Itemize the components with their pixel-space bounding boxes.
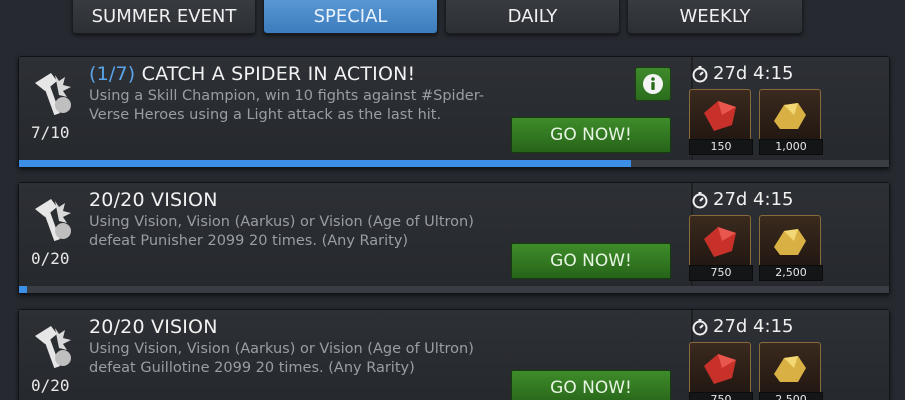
gold-ore-icon (759, 89, 821, 141)
timer-text: 27d 4:15 (713, 189, 794, 210)
quest-card: 0/20 20/20 VISION Using Vision, Vision (… (18, 182, 890, 294)
quest-description: Using Vision, Vision (Aarkus) or Vision … (89, 341, 474, 376)
reward-quantity: 750 (689, 265, 753, 281)
info-icon (643, 74, 663, 94)
tab-summer-event[interactable]: SUMMER EVENT (72, 0, 256, 34)
reward-quantity: 2,500 (759, 392, 823, 400)
quest-title-text: CATCH A SPIDER IN ACTION! (141, 63, 416, 85)
quest-title: (1/7) CATCH A SPIDER IN ACTION! (89, 63, 415, 85)
quest-tabs: SUMMER EVENT SPECIAL DAILY WEEKLY (0, 0, 905, 38)
timer-text: 27d 4:15 (713, 316, 794, 337)
quest-step-progress: (1/7) (89, 63, 136, 85)
reward-quantity: 1,000 (759, 139, 823, 155)
reward-item[interactable]: 1,000 (759, 89, 823, 155)
quest-title-text: 20/20 VISION (89, 189, 218, 211)
quest-card: 0/20 20/20 VISION Using Vision, Vision (… (18, 309, 890, 400)
go-now-button[interactable]: GO NOW! (511, 243, 671, 279)
quest-progress-fill (19, 286, 27, 293)
tab-weekly[interactable]: WEEKLY (627, 0, 803, 34)
reward-quantity: 750 (689, 392, 753, 400)
quest-progress-fill (19, 160, 631, 167)
quest-timer: 27d 4:15 (691, 316, 793, 337)
red-gem-crystal-icon (689, 89, 751, 141)
stopwatch-icon (692, 191, 708, 208)
hammer-crest-icon (35, 199, 71, 242)
quest-count: 0/20 (31, 249, 70, 268)
reward-item[interactable]: 150 (689, 89, 753, 155)
quest-timer: 27d 4:15 (691, 63, 793, 84)
red-gem-crystal-icon (689, 215, 751, 267)
go-now-button[interactable]: GO NOW! (511, 117, 671, 153)
reward-item[interactable]: 750 (689, 342, 753, 400)
timer-text: 27d 4:15 (713, 63, 794, 84)
hammer-crest-icon (35, 73, 71, 116)
reward-quantity: 150 (689, 139, 753, 155)
quest-progress-bar (19, 286, 889, 293)
quest-title: 20/20 VISION (89, 316, 218, 338)
quest-description: Using a Skill Champion, win 10 fights ag… (89, 88, 484, 123)
stopwatch-icon (692, 65, 708, 82)
go-now-button[interactable]: GO NOW! (511, 370, 671, 400)
gold-ore-icon (759, 342, 821, 394)
quest-title-text: 20/20 VISION (89, 316, 218, 338)
hammer-crest-icon (35, 326, 71, 369)
quest-count: 0/20 (31, 376, 70, 395)
quest-description: Using Vision, Vision (Aarkus) or Vision … (89, 214, 474, 249)
reward-item[interactable]: 2,500 (759, 342, 823, 400)
tab-special[interactable]: SPECIAL (263, 0, 438, 34)
quest-card: 7/10 (1/7) CATCH A SPIDER IN ACTION! Usi… (18, 56, 890, 168)
quest-timer: 27d 4:15 (691, 189, 793, 210)
reward-item[interactable]: 750 (689, 215, 753, 281)
red-gem-crystal-icon (689, 342, 751, 394)
reward-item[interactable]: 2,500 (759, 215, 823, 281)
tab-daily[interactable]: DAILY (445, 0, 620, 34)
quest-count: 7/10 (31, 123, 70, 142)
stopwatch-icon (692, 318, 708, 335)
reward-quantity: 2,500 (759, 265, 823, 281)
info-button[interactable] (635, 67, 671, 101)
gold-ore-icon (759, 215, 821, 267)
quest-title: 20/20 VISION (89, 189, 218, 211)
quest-progress-bar (19, 160, 889, 167)
